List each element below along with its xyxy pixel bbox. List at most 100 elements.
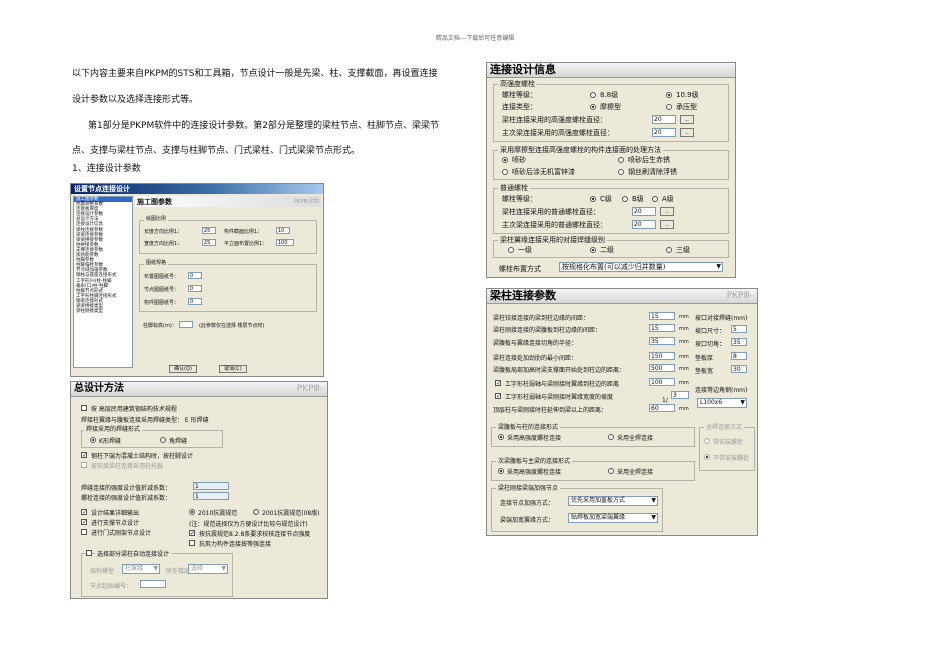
equal-strength-label: 抗剪力构件连接按等强连接: [199, 541, 272, 548]
with-bolt-radio[interactable]: [704, 438, 710, 444]
model-type-select[interactable]: 柱翼缘: [122, 564, 160, 574]
weld-grade-3-radio[interactable]: [666, 247, 672, 253]
node-start-input[interactable]: [140, 580, 166, 588]
dialog-connection-settings: 设置节点连接设计 施工图参数 抗震调整系数 连接板厚度 连接设计参数 总设计方法 连接…: [70, 183, 324, 377]
weld-grade-1-label: 一级: [518, 246, 532, 254]
grade-b-radio[interactable]: [622, 196, 628, 202]
ord-dia-beam-col-button[interactable]: ..: [660, 207, 674, 216]
hs-dia-beam-beam-input[interactable]: 20: [652, 128, 676, 137]
member-paper-input[interactable]: 0: [188, 298, 202, 305]
sandblast-radio[interactable]: [502, 157, 508, 163]
param-input[interactable]: 60: [649, 404, 675, 412]
weld-form-title: 焊接采用的焊缝形式: [84, 424, 143, 433]
length-scale-input[interactable]: 25: [202, 227, 216, 234]
weld-grade-2-label: 二级: [600, 246, 614, 254]
bearing-radio[interactable]: [666, 104, 672, 110]
k-weld-radio[interactable]: [90, 437, 96, 443]
code-checkbox[interactable]: [81, 405, 87, 411]
bracket-checkbox[interactable]: [81, 462, 87, 468]
brace-node-checkbox[interactable]: ✓: [81, 519, 87, 526]
floor-select[interactable]: 选择: [188, 564, 228, 574]
param-input[interactable]: 15: [649, 312, 675, 320]
brace-node-label: 进行支撑节点设计: [91, 520, 140, 527]
param-input[interactable]: 3: [671, 391, 689, 399]
groove-input[interactable]: 5: [731, 325, 747, 333]
param-label: 梁腹板与翼缘连接切角的半径：: [493, 340, 578, 347]
weld-grade-2-radio[interactable]: [590, 247, 596, 253]
param-unit: mm: [679, 314, 689, 320]
width-scale-input[interactable]: 25: [202, 239, 216, 246]
strengthen-mode-select[interactable]: 优先采用加盖板方式: [568, 496, 658, 506]
grade-88-radio[interactable]: [590, 92, 596, 98]
node-start-label: 节点起始编号：: [90, 583, 133, 590]
fillet-weld-radio[interactable]: [160, 437, 166, 443]
hs-dia-beam-beam-button[interactable]: ..: [680, 128, 694, 137]
sandblast-rust-radio[interactable]: [618, 157, 624, 163]
code-2010-radio[interactable]: [189, 509, 195, 515]
bolt-layout-select[interactable]: 按规格化布置(可以减少归并数量): [559, 262, 723, 272]
tree-item[interactable]: 梁柱刚接类型: [74, 309, 132, 314]
web-conn-title: 梁腹板与柱的连接形式: [496, 422, 561, 431]
param-input[interactable]: 150: [649, 352, 675, 360]
sec-bolt-radio[interactable]: [498, 468, 504, 474]
grade-c-radio[interactable]: [590, 196, 596, 202]
conn-type-label: 连接类型：: [502, 103, 537, 111]
layout-paper-input[interactable]: 0: [188, 272, 202, 279]
param-input[interactable]: 500: [649, 364, 675, 372]
web-bolt-radio[interactable]: [498, 434, 504, 440]
hs-dia-beam-col-button[interactable]: ..: [680, 115, 694, 124]
portal-node-checkbox[interactable]: [81, 529, 87, 535]
zinc-paint-radio[interactable]: [502, 169, 508, 175]
groove-input[interactable]: 35: [731, 338, 747, 346]
node-paper-input[interactable]: 0: [188, 285, 202, 292]
friction-radio[interactable]: [590, 104, 596, 110]
flange-widen-select[interactable]: 贴焊板加宽梁端翼缘: [568, 513, 658, 523]
hs-dia-beam-col-input[interactable]: 20: [652, 115, 676, 124]
wire-brush-label: 钢丝刷清除浮锈: [628, 168, 677, 176]
weld-grade-3-label: 三级: [676, 246, 690, 254]
wire-brush-radio[interactable]: [618, 169, 624, 175]
param-checkbox[interactable]: ✓: [495, 380, 501, 387]
surface-title: 采用摩擦型连接高强度螺栓的构件连接面的处理方法: [498, 145, 663, 155]
groove-label: 坡口对接焊缝(mm): [695, 315, 748, 322]
ord-dia-beam-col-input[interactable]: 20: [632, 207, 656, 216]
seismic-check-label: 按抗震规范8.2.8条要求校核连接节点强度: [199, 531, 311, 538]
cancel-button[interactable]: 取消(C): [219, 365, 247, 373]
param-checkbox[interactable]: ✓: [495, 393, 501, 400]
param-input[interactable]: 100: [649, 378, 675, 386]
weld-reduction-input[interactable]: 1: [193, 482, 229, 490]
plan-scale-input[interactable]: 100: [276, 239, 294, 246]
param-unit: mm: [679, 354, 689, 360]
settings-tree[interactable]: 施工图参数 抗震调整系数 连接板厚度 连接设计参数 总设计方法 连接设计信息 梁柱连接…: [73, 196, 133, 368]
ord-dia-beam-beam-button[interactable]: ..: [660, 220, 674, 229]
detail-output-checkbox[interactable]: ✓: [81, 509, 87, 516]
auto-design-checkbox[interactable]: [86, 550, 92, 556]
without-bolt-radio[interactable]: [704, 454, 710, 460]
web-weld-radio[interactable]: [608, 434, 614, 440]
groove-input[interactable]: 30: [731, 365, 747, 373]
base-elev-input[interactable]: [179, 321, 193, 328]
column-base-checkbox[interactable]: ✓: [81, 452, 87, 459]
ord-dia-beam-beam-label: 主次梁连接采用的普通螺栓直径：: [502, 221, 607, 229]
bolt-reduction-input[interactable]: 1: [193, 492, 229, 500]
weld-grade-1-radio[interactable]: [508, 247, 514, 253]
hs-dia-beam-col-label: 梁柱连接采用的高强度螺栓直径：: [502, 116, 607, 124]
seismic-check-checkbox[interactable]: ✓: [189, 530, 195, 537]
code-2001-radio[interactable]: [253, 509, 259, 515]
param-unit: mm: [679, 366, 689, 372]
ok-button[interactable]: 确认(Q): [169, 365, 197, 373]
groove-input[interactable]: 8: [731, 352, 747, 360]
grade-a-radio[interactable]: [652, 196, 658, 202]
param-input[interactable]: 35: [649, 337, 675, 345]
web-weld-label: 采用全焊连接: [617, 435, 654, 442]
ord-dia-beam-beam-input[interactable]: 20: [632, 220, 656, 229]
section-heading-1: 1、连接设计参数: [72, 164, 141, 174]
sec-weld-radio[interactable]: [608, 468, 614, 474]
k-weld-label: K形焊缝: [99, 438, 121, 445]
panel-title: 施工图参数: [137, 198, 172, 206]
section-scale-input[interactable]: 10: [276, 227, 290, 234]
grade-109-radio[interactable]: [666, 92, 672, 98]
param-input[interactable]: 15: [649, 324, 675, 332]
angle-select[interactable]: L100x6: [697, 398, 747, 408]
equal-strength-checkbox[interactable]: [189, 540, 195, 546]
